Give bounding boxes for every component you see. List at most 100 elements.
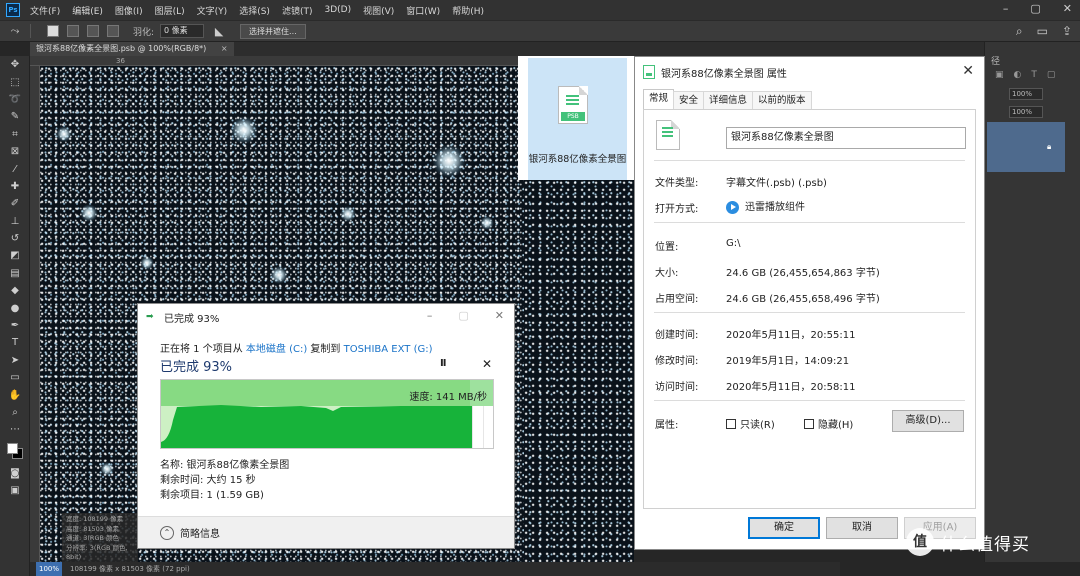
menu-file[interactable]: 文件(F) xyxy=(30,4,60,17)
created-label: 创建时间: xyxy=(655,330,699,341)
readonly-checkbox[interactable]: 只读(R) xyxy=(726,416,775,431)
file-tile-selected[interactable]: PSB 银河系88亿像素全景图 xyxy=(528,58,627,180)
select-and-mask-button[interactable]: 选择并遮住... xyxy=(240,23,306,39)
dodge-tool-icon[interactable]: ● xyxy=(0,299,30,316)
fewer-details-label: 简略信息 xyxy=(180,529,220,540)
polygonal-lasso-icon[interactable]: ⤳ xyxy=(8,24,22,38)
minimize-icon[interactable]: – xyxy=(1003,2,1009,15)
ps-window-controls: – ▢ ✕ xyxy=(1003,2,1072,15)
minimize-icon[interactable]: – xyxy=(427,309,433,322)
quick-select-tool-icon[interactable]: ✎ xyxy=(0,108,30,125)
more-tools-icon[interactable]: ⋯ xyxy=(0,421,30,438)
gradient-tool-icon[interactable]: ▤ xyxy=(0,265,30,282)
menu-help[interactable]: 帮助(H) xyxy=(452,4,484,17)
foreground-color-swatch[interactable] xyxy=(7,442,18,454)
destination-link[interactable]: TOSHIBA EXT (G:) xyxy=(344,344,433,355)
tab-previous-versions[interactable]: 以前的版本 xyxy=(752,91,812,109)
file-name-field[interactable]: 银河系88亿像素全景图 xyxy=(726,127,966,149)
type-tool-icon[interactable]: T xyxy=(0,334,30,351)
copy-dialog-title: 已完成 93% xyxy=(164,313,220,325)
lasso-tool-icon[interactable]: ➰ xyxy=(0,91,30,108)
frame-tool-icon[interactable]: ⊠ xyxy=(0,143,30,160)
menu-3d[interactable]: 3D(D) xyxy=(324,5,351,15)
close-icon[interactable]: ✕ xyxy=(495,309,504,322)
file-icon xyxy=(643,65,655,79)
properties-tabs: 常规 安全 详细信息 以前的版本 xyxy=(643,89,812,109)
zoom-tool-icon[interactable]: ⌕ xyxy=(0,404,30,421)
size-value: 24.6 GB (26,455,654,863 字节) xyxy=(726,268,880,279)
new-selection-icon[interactable] xyxy=(47,25,59,37)
menu-filter[interactable]: 滤镜(T) xyxy=(282,4,313,17)
panel-tab-label[interactable]: 径 xyxy=(991,54,1000,67)
history-brush-tool-icon[interactable]: ↺ xyxy=(0,230,30,247)
info-resolution: 分辨率: 3(RGB 颜色, 8bit) xyxy=(66,543,128,562)
path-select-tool-icon[interactable]: ➤ xyxy=(0,352,30,369)
hidden-checkbox[interactable]: 隐藏(H) xyxy=(804,416,853,431)
hand-tool-icon[interactable]: ✋ xyxy=(0,386,30,403)
workspace-icon[interactable]: ▭ xyxy=(1037,24,1048,39)
fewer-details-button[interactable]: ⌃ 简略信息 xyxy=(160,525,220,540)
eyedropper-tool-icon[interactable]: ⁄ xyxy=(0,160,30,177)
pen-tool-icon[interactable]: ✒ xyxy=(0,317,30,334)
checkbox-box[interactable] xyxy=(726,418,736,429)
bright-star xyxy=(340,206,356,222)
readonly-label: 只读(R) xyxy=(740,420,775,431)
brush-tool-icon[interactable]: ✐ xyxy=(0,195,30,212)
menu-type[interactable]: 文字(Y) xyxy=(197,4,228,17)
close-icon[interactable]: ✕ xyxy=(962,63,974,79)
menu-select[interactable]: 选择(S) xyxy=(239,4,270,17)
tab-details[interactable]: 详细信息 xyxy=(703,91,754,109)
menu-image[interactable]: 图像(I) xyxy=(115,4,143,17)
pause-button[interactable]: II xyxy=(440,358,447,369)
fill-input[interactable]: 100% xyxy=(1009,106,1043,118)
menu-window[interactable]: 窗口(W) xyxy=(406,4,440,17)
close-icon[interactable]: ✕ xyxy=(1063,2,1072,15)
move-tool-icon[interactable]: ✥ xyxy=(0,56,30,73)
screen-mode-icon[interactable]: ▣ xyxy=(0,482,30,499)
maximize-icon[interactable]: ▢ xyxy=(1030,2,1040,15)
blur-tool-icon[interactable]: ◆ xyxy=(0,282,30,299)
size-label: 大小: xyxy=(655,268,679,279)
maximize-icon: ▢ xyxy=(458,309,469,322)
ps-toolbar: ✥ ⬚ ➰ ✎ ⌗ ⊠ ⁄ ✚ ✐ ⊥ ↺ ◩ ▤ ◆ ● ✒ T ➤ ▭ ✋ … xyxy=(0,56,30,576)
feather-input[interactable]: 0 像素 xyxy=(160,24,205,38)
menu-layer[interactable]: 图层(L) xyxy=(155,4,185,17)
crop-tool-icon[interactable]: ⌗ xyxy=(0,126,30,143)
intersect-selection-icon[interactable] xyxy=(107,25,119,37)
document-tab-bar: 银河系88亿像素全景图.psb @ 100%(RGB/8*) × xyxy=(30,42,1080,56)
document-canvas-right[interactable] xyxy=(524,180,634,562)
filter-type-icon[interactable]: T xyxy=(1031,70,1037,80)
color-swatches[interactable] xyxy=(0,439,29,465)
opacity-input[interactable]: 100% xyxy=(1009,88,1043,100)
filter-adjust-icon[interactable]: ◐ xyxy=(1014,70,1022,80)
cancel-button[interactable]: 取消 xyxy=(826,517,898,539)
quick-mask-icon[interactable]: ◙ xyxy=(0,465,30,482)
location-label: 位置: xyxy=(655,242,679,253)
copy-dialog-window-buttons: – ▢ ✕ xyxy=(427,309,504,322)
marquee-tool-icon[interactable]: ⬚ xyxy=(0,73,30,90)
add-selection-icon[interactable] xyxy=(67,25,79,37)
filter-image-icon[interactable]: ▣ xyxy=(995,70,1004,80)
zoom-level[interactable]: 100% xyxy=(36,562,63,576)
tab-security[interactable]: 安全 xyxy=(673,91,705,109)
cancel-copy-button[interactable]: ✕ xyxy=(482,357,492,371)
shape-tool-icon[interactable]: ▭ xyxy=(0,369,30,386)
menu-view[interactable]: 视图(V) xyxy=(363,4,394,17)
tab-general[interactable]: 常规 xyxy=(643,89,675,109)
share-icon[interactable]: ⇪ xyxy=(1062,24,1072,39)
advanced-button[interactable]: 高级(D)... xyxy=(892,410,964,432)
healing-tool-icon[interactable]: ✚ xyxy=(0,178,30,195)
menu-edit[interactable]: 编辑(E) xyxy=(72,4,103,17)
filter-shape-icon[interactable]: ▢ xyxy=(1047,70,1056,80)
eraser-tool-icon[interactable]: ◩ xyxy=(0,247,30,264)
antialias-icon[interactable]: ◣ xyxy=(212,24,226,38)
document-tab[interactable]: 银河系88亿像素全景图.psb @ 100%(RGB/8*) × xyxy=(30,42,234,56)
subtract-selection-icon[interactable] xyxy=(87,25,99,37)
checkbox-box[interactable] xyxy=(804,418,814,429)
search-icon[interactable]: ⌕ xyxy=(1016,24,1023,39)
close-tab-icon[interactable]: × xyxy=(221,44,228,53)
ok-button[interactable]: 确定 xyxy=(748,517,820,539)
layer-row-selected[interactable] xyxy=(987,122,1065,172)
source-link[interactable]: 本地磁盘 (C:) xyxy=(246,344,307,355)
stamp-tool-icon[interactable]: ⊥ xyxy=(0,213,30,230)
